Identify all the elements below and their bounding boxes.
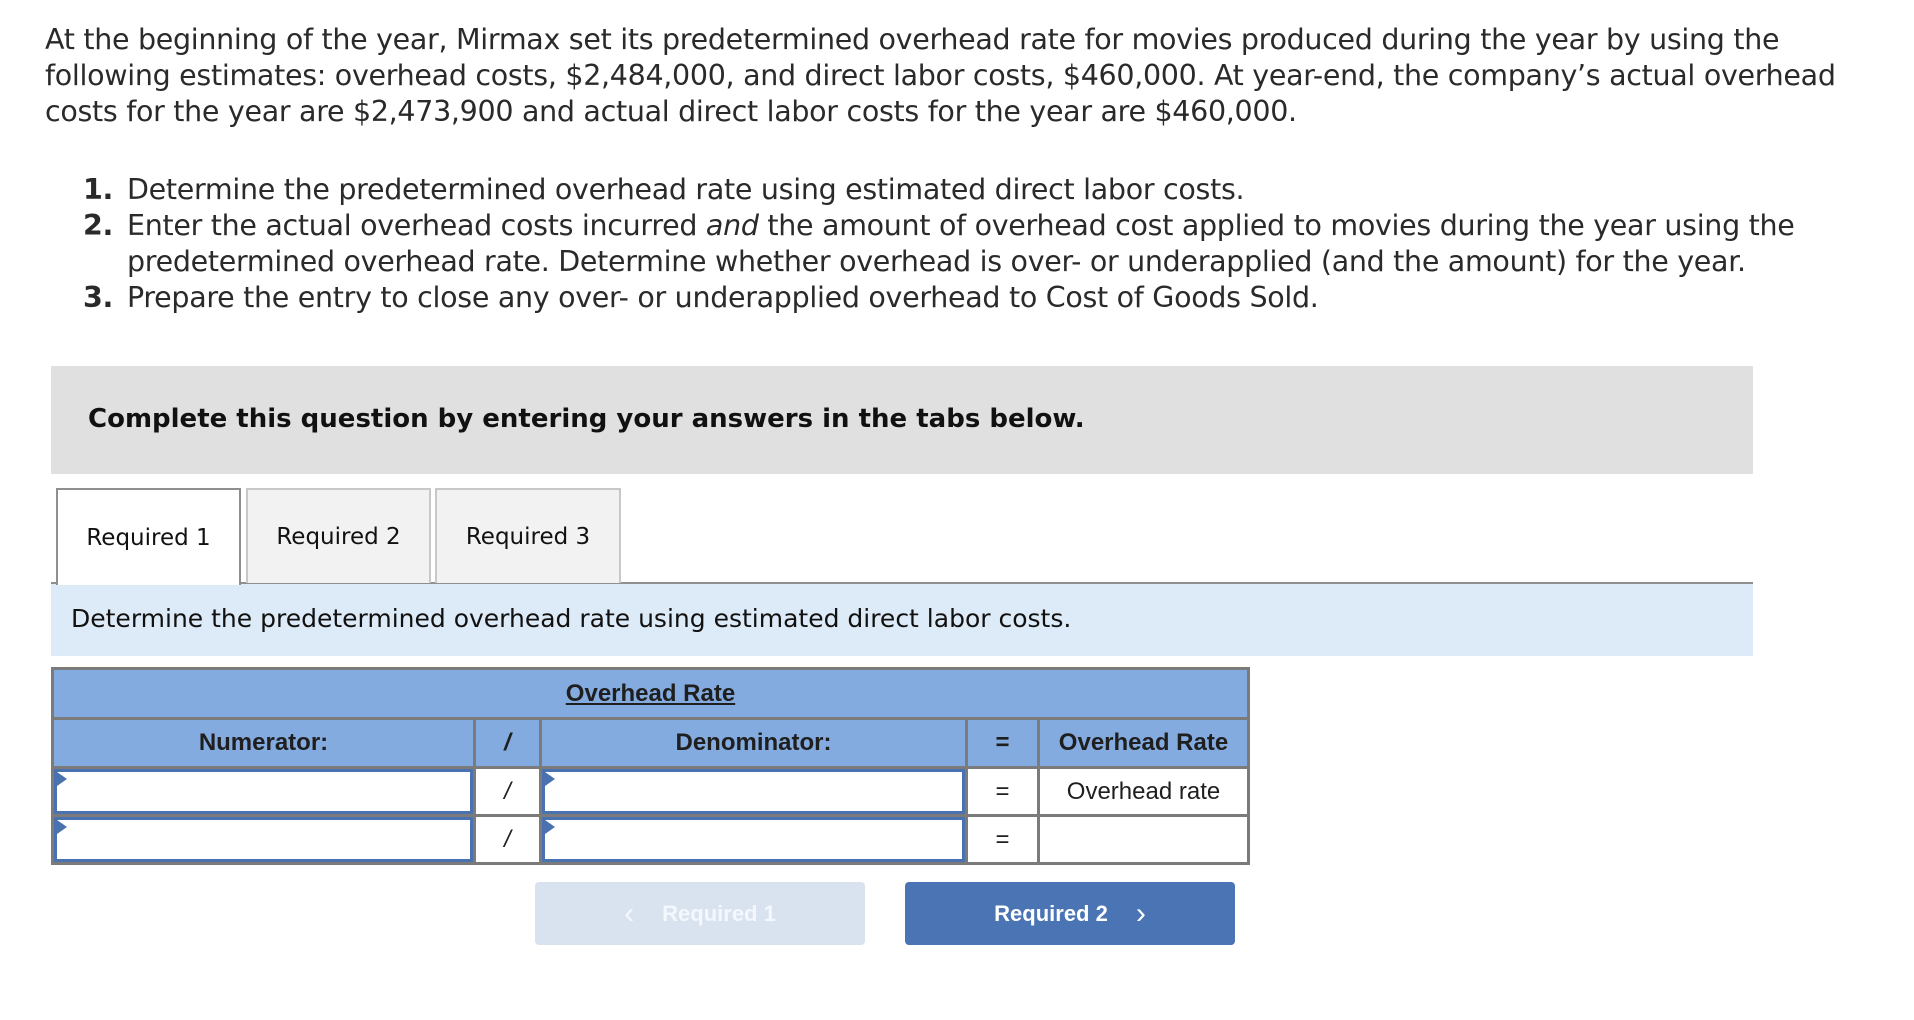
tab-required-3[interactable]: Required 3 xyxy=(435,488,621,583)
requirement-text: Determine the predetermined overhead rat… xyxy=(127,173,1245,206)
table-title-text: Overhead Rate xyxy=(565,679,736,707)
instructions-box: Complete this question by entering your … xyxy=(51,366,1753,474)
denominator-input-1[interactable] xyxy=(542,769,965,814)
equals-sign: = xyxy=(965,766,1040,817)
result-value xyxy=(1037,814,1250,865)
divide-sign: / xyxy=(473,814,542,865)
tab-required-2[interactable]: Required 2 xyxy=(246,488,431,583)
requirement-number: 3. xyxy=(83,281,114,314)
denominator-input-2[interactable] xyxy=(542,817,965,862)
next-required-button[interactable]: Required 2 › xyxy=(905,882,1235,945)
tab-bar: Required 1 Required 2 Required 3 xyxy=(56,488,1753,585)
requirement-item: 2. Enter the actual overhead costs incur… xyxy=(83,208,1843,280)
tab-required-1[interactable]: Required 1 xyxy=(56,488,241,585)
header-divide: / xyxy=(473,717,542,769)
header-denominator: Denominator: xyxy=(539,717,968,769)
denominator-cell xyxy=(539,814,968,865)
table-title: Overhead Rate xyxy=(51,667,1250,720)
divide-sign: / xyxy=(473,766,542,817)
header-result: Overhead Rate xyxy=(1037,717,1250,769)
table-row: / = xyxy=(51,814,1250,865)
chevron-right-icon: › xyxy=(1135,896,1146,930)
header-numerator: Numerator: xyxy=(51,717,476,769)
result-label: Overhead rate xyxy=(1037,766,1250,817)
next-button-label: Required 2 xyxy=(994,900,1108,926)
prev-button-label: Required 1 xyxy=(662,900,776,926)
requirement-number: 1. xyxy=(83,173,114,206)
header-equals: = xyxy=(965,717,1040,769)
problem-intro: At the beginning of the year, Mirmax set… xyxy=(45,23,1836,128)
chevron-left-icon: ‹ xyxy=(624,896,635,930)
requirement-emphasis: and xyxy=(705,209,759,242)
requirements-list: 1. Determine the predetermined overhead … xyxy=(83,172,1843,316)
numerator-input-2[interactable] xyxy=(54,817,473,862)
requirement-text: Prepare the entry to close any over- or … xyxy=(127,281,1319,314)
instructions-message: Complete this question by entering your … xyxy=(88,404,1085,434)
prev-required-button[interactable]: ‹ Required 1 xyxy=(535,882,865,945)
banner-text: Determine the predetermined overhead rat… xyxy=(71,604,1072,633)
requirement-number: 2. xyxy=(83,209,114,242)
numerator-cell xyxy=(51,814,476,865)
numerator-input-1[interactable] xyxy=(54,769,473,814)
requirement-item: 3. Prepare the entry to close any over- … xyxy=(83,280,1843,316)
requirement-item: 1. Determine the predetermined overhead … xyxy=(83,172,1843,208)
instruction-banner: Determine the predetermined overhead rat… xyxy=(51,584,1753,656)
overhead-rate-table: Overhead Rate Numerator: / Denominator: … xyxy=(51,667,1250,865)
denominator-cell xyxy=(539,766,968,817)
table-row: / = Overhead rate xyxy=(51,766,1250,817)
equals-sign: = xyxy=(965,814,1040,865)
numerator-cell xyxy=(51,766,476,817)
requirement-text: Enter the actual overhead costs incurred xyxy=(127,209,706,242)
